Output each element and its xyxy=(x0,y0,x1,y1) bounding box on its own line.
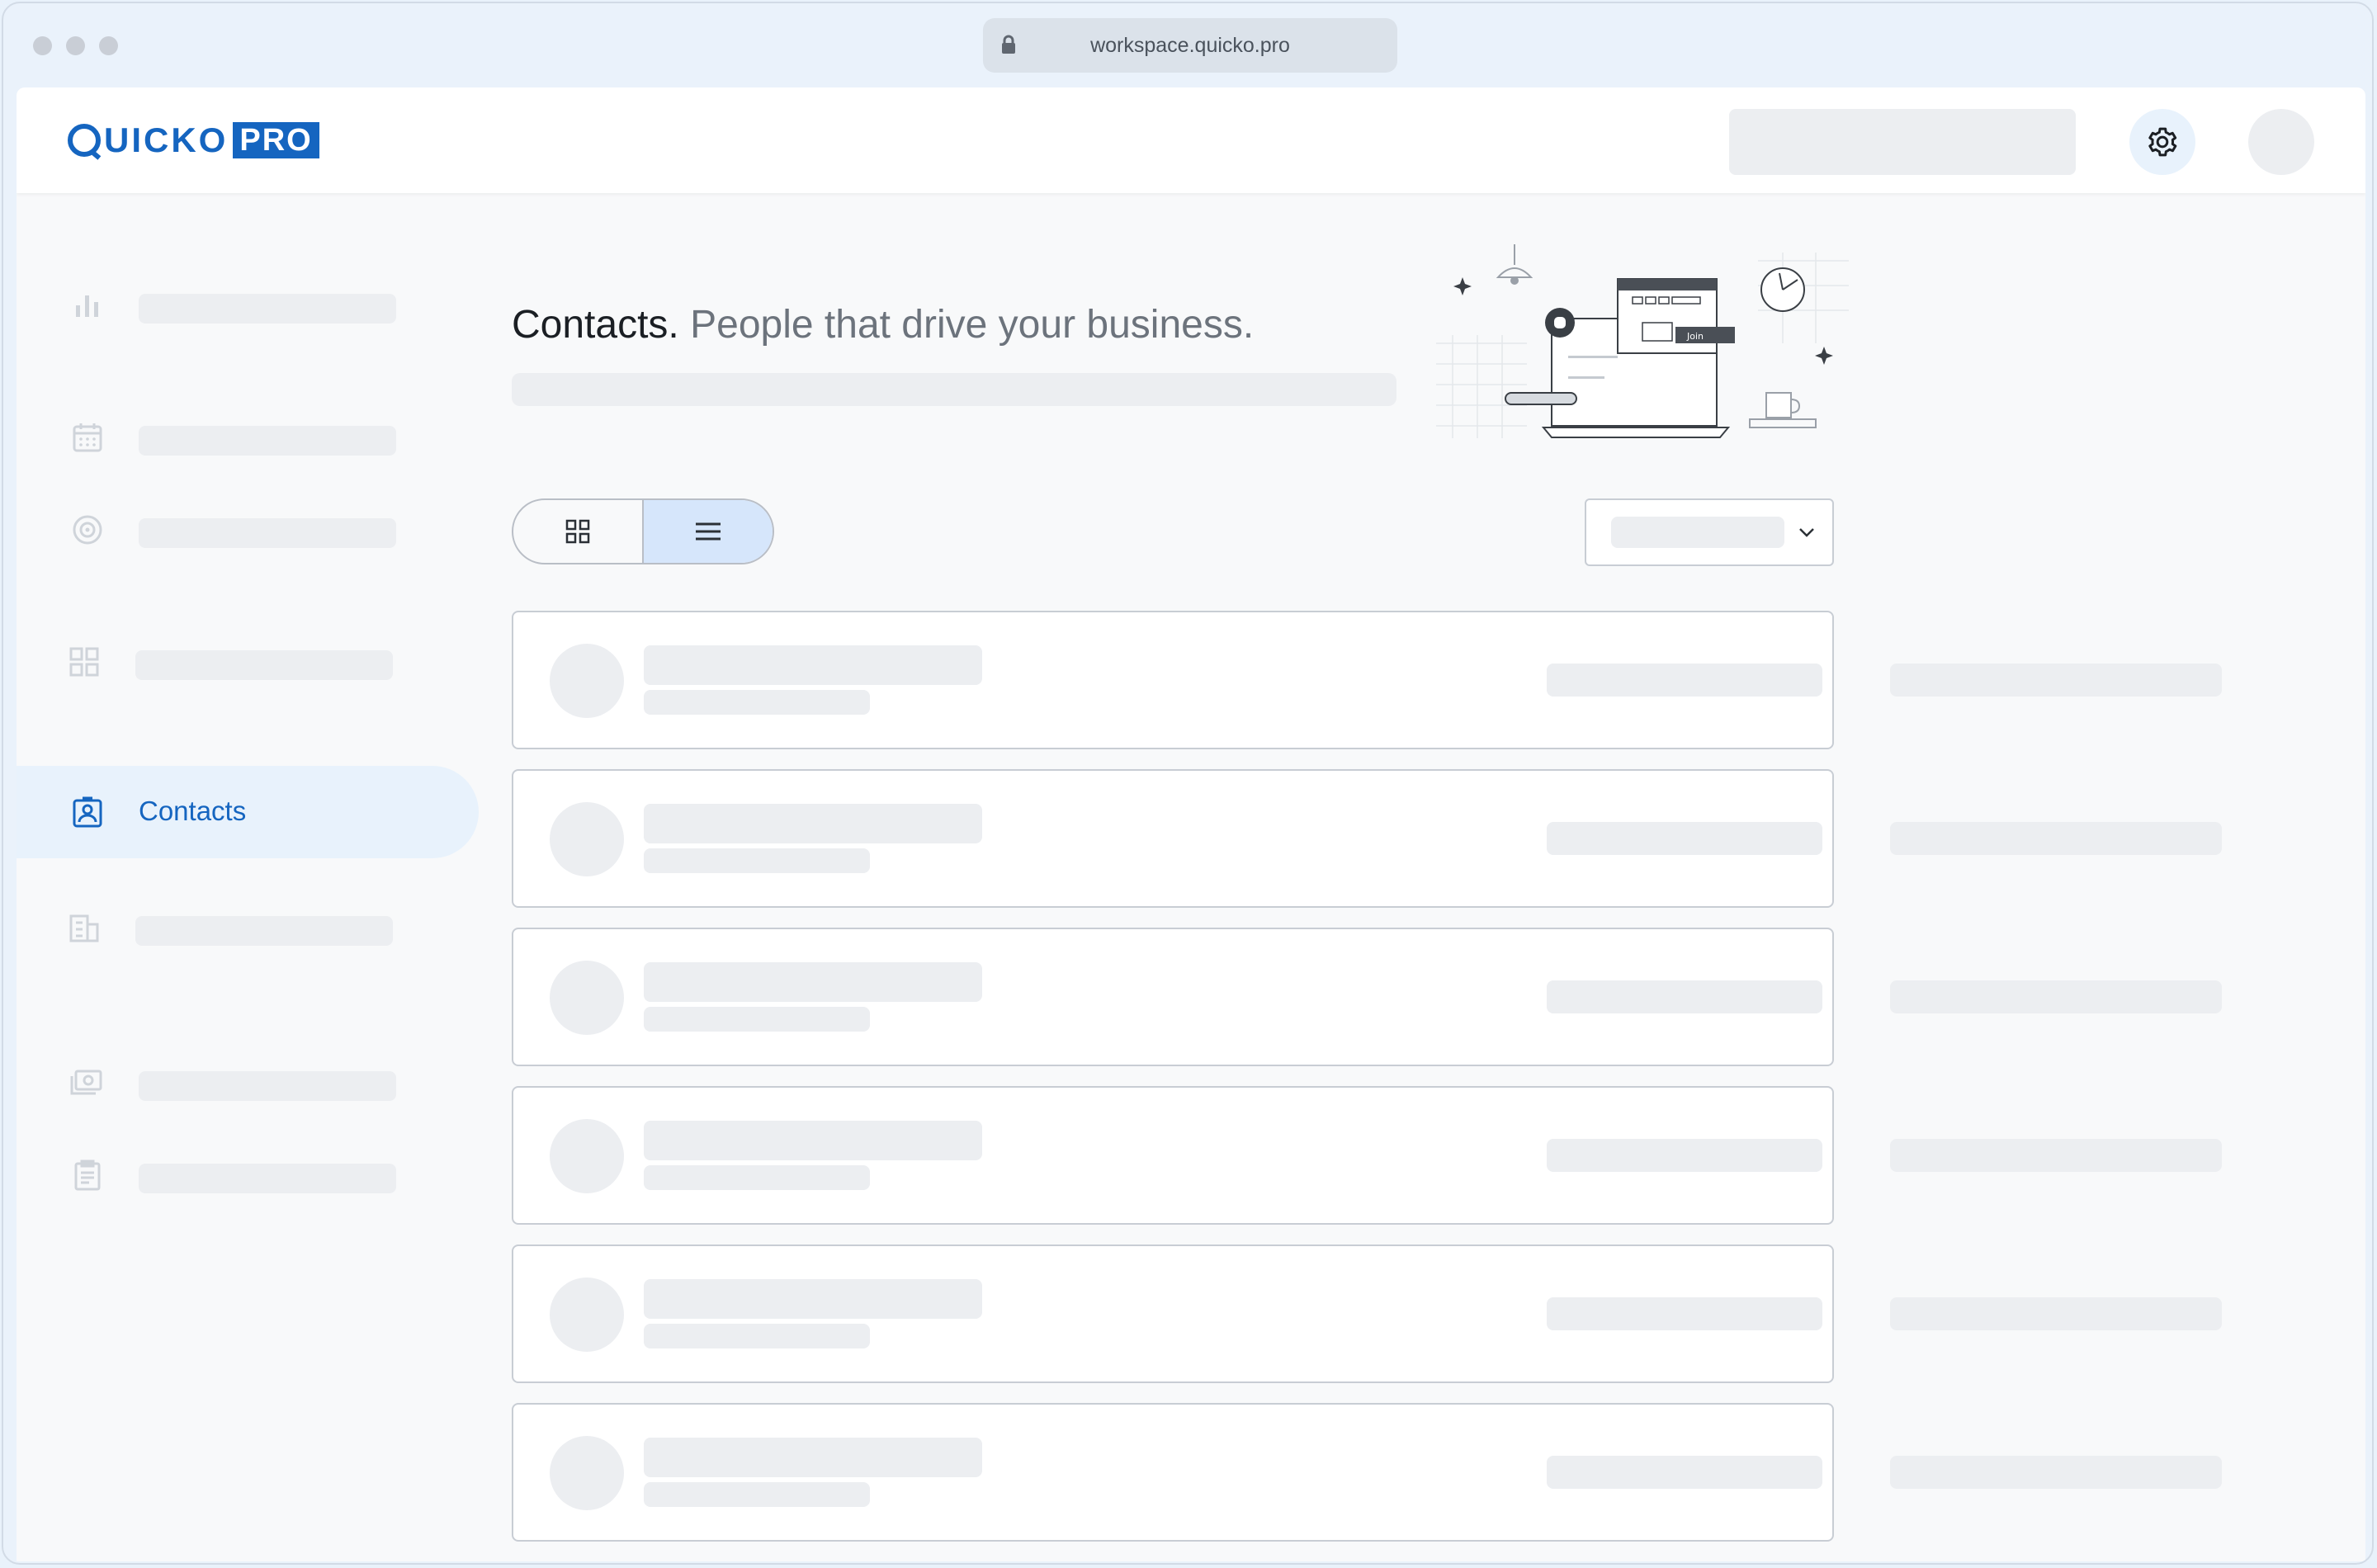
dropdown-value-skeleton xyxy=(1611,517,1784,548)
logo-q-mark xyxy=(68,124,101,157)
grid-view-icon xyxy=(565,519,590,544)
contact-subtitle-skeleton xyxy=(644,1007,870,1032)
user-avatar[interactable] xyxy=(2248,109,2314,175)
top-bar: UICKO PRO xyxy=(17,87,2365,193)
sidebar-label-skeleton xyxy=(139,1164,396,1193)
list-view-icon xyxy=(696,522,721,541)
close-window-dot[interactable] xyxy=(33,36,52,55)
contact-row[interactable] xyxy=(512,928,2222,1066)
minimize-window-dot[interactable] xyxy=(66,36,85,55)
contact-avatar-skeleton xyxy=(550,961,624,1035)
contact-row[interactable] xyxy=(512,1086,2222,1225)
workspace-illustration: Join xyxy=(1436,244,1849,438)
contact-row[interactable] xyxy=(512,611,2222,749)
list-view-button[interactable] xyxy=(642,500,773,563)
contact-name-skeleton xyxy=(644,962,982,1002)
sidebar-item-label: Contacts xyxy=(139,796,247,826)
sidebar-item-apps[interactable] xyxy=(17,616,479,708)
sidebar-item-tasks[interactable] xyxy=(17,1129,479,1221)
contact-avatar-skeleton xyxy=(550,1119,624,1193)
contact-name-skeleton xyxy=(644,804,982,843)
settings-button[interactable] xyxy=(2129,109,2195,175)
contact-name-skeleton xyxy=(644,645,982,685)
contact-field-skeleton xyxy=(1547,1139,1822,1172)
sidebar-item-contacts[interactable]: Contacts xyxy=(17,766,479,858)
sort-dropdown[interactable] xyxy=(1585,498,1834,566)
contact-avatar-skeleton xyxy=(550,1278,624,1352)
contact-row[interactable] xyxy=(512,1403,2222,1542)
address-bar[interactable]: workspace.quicko.pro xyxy=(983,18,1397,73)
url-text: workspace.quicko.pro xyxy=(1090,33,1290,57)
target-icon xyxy=(73,515,102,545)
calendar-icon xyxy=(73,423,102,452)
building-icon xyxy=(69,914,99,942)
logo-pro-badge: PRO xyxy=(233,122,319,158)
quicko-pro-logo[interactable]: UICKO PRO xyxy=(68,120,319,160)
window-controls xyxy=(33,36,118,55)
sidebar-item-payments[interactable] xyxy=(17,1037,479,1129)
contact-field-skeleton xyxy=(1890,1456,2222,1489)
sidebar-label-skeleton xyxy=(139,426,396,456)
contact-avatar-skeleton xyxy=(550,802,624,876)
sidebar-label-skeleton xyxy=(139,294,396,324)
contact-name-skeleton xyxy=(644,1279,982,1319)
contact-row[interactable] xyxy=(512,1244,2222,1383)
sidebar-label-skeleton xyxy=(135,650,393,680)
grid-icon xyxy=(69,647,99,677)
description-skeleton xyxy=(512,373,1396,406)
page-title-main: Contacts. xyxy=(512,303,679,347)
contact-field-skeleton xyxy=(1547,822,1822,855)
sidebar-item-calendar[interactable] xyxy=(17,391,479,484)
sidebar-label-skeleton xyxy=(139,1071,396,1101)
sidebar-item-companies[interactable] xyxy=(17,904,479,997)
gear-icon xyxy=(2148,127,2177,157)
contact-row[interactable] xyxy=(512,769,2222,908)
bar-chart-icon xyxy=(76,295,98,317)
illustration-join-text: Join xyxy=(1686,331,1704,342)
lock-icon xyxy=(1002,35,1015,54)
contact-avatar-skeleton xyxy=(550,1436,624,1510)
browser-frame: workspace.quicko.pro UICKO PRO Contacts … xyxy=(2,2,2374,1565)
contact-name-skeleton xyxy=(644,1121,982,1160)
contact-subtitle-skeleton xyxy=(644,1165,870,1190)
page-subtitle: People that drive your business. xyxy=(690,303,1255,347)
logo-text: UICKO xyxy=(104,120,229,159)
grid-view-button[interactable] xyxy=(513,500,642,563)
contact-field-skeleton xyxy=(1547,1456,1822,1489)
contact-field-skeleton xyxy=(1890,1297,2222,1330)
contact-field-skeleton xyxy=(1547,664,1822,697)
contact-field-skeleton xyxy=(1890,822,2222,855)
search-placeholder-skeleton[interactable] xyxy=(1729,109,2076,175)
contact-field-skeleton xyxy=(1890,980,2222,1013)
view-toggle xyxy=(512,498,774,564)
sidebar-item-goals[interactable] xyxy=(17,484,479,576)
page-title: Contacts. People that drive your busines… xyxy=(512,302,1254,347)
chevron-down-icon xyxy=(1799,528,1814,537)
sidebar-label-skeleton xyxy=(135,916,393,946)
contact-field-skeleton xyxy=(1547,1297,1822,1330)
sidebar-item-analytics[interactable] xyxy=(17,259,479,352)
contact-badge-icon xyxy=(73,796,102,828)
contact-subtitle-skeleton xyxy=(644,690,870,715)
sidebar-label-skeleton xyxy=(139,518,396,548)
clipboard-icon xyxy=(74,1159,101,1191)
maximize-window-dot[interactable] xyxy=(99,36,118,55)
contact-field-skeleton xyxy=(1547,980,1822,1013)
contact-field-skeleton xyxy=(1890,1139,2222,1172)
contact-name-skeleton xyxy=(644,1438,982,1477)
money-icon xyxy=(70,1070,102,1095)
sidebar: Contacts xyxy=(17,193,479,1561)
contact-subtitle-skeleton xyxy=(644,848,870,873)
contact-field-skeleton xyxy=(1890,664,2222,697)
contact-avatar-skeleton xyxy=(550,644,624,718)
app-window: UICKO PRO Contacts Contacts. People that… xyxy=(17,87,2365,1561)
contact-subtitle-skeleton xyxy=(644,1482,870,1507)
contact-subtitle-skeleton xyxy=(644,1324,870,1348)
